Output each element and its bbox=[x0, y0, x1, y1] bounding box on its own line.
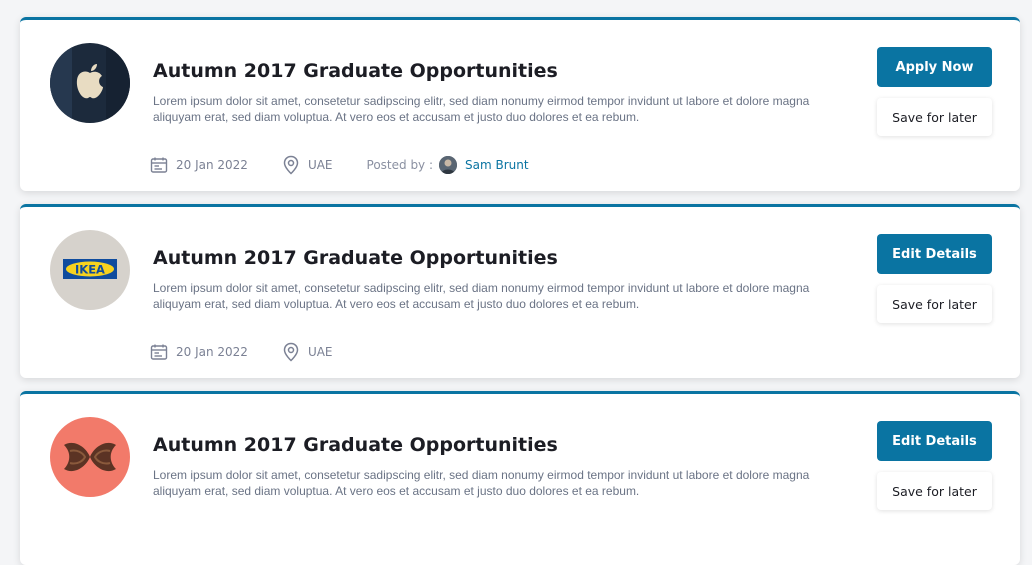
job-date: 20 Jan 2022 bbox=[176, 158, 248, 172]
job-location: UAE bbox=[307, 345, 333, 359]
job-title[interactable]: Autumn 2017 Graduate Opportunities bbox=[153, 434, 558, 456]
job-title[interactable]: Autumn 2017 Graduate Opportunities bbox=[153, 247, 558, 269]
job-description: Lorem ipsum dolor sit amet, consetetur s… bbox=[153, 281, 810, 311]
ikea-logo-icon: IKEA bbox=[50, 230, 130, 310]
edit-details-button[interactable]: Edit Details bbox=[877, 234, 992, 274]
job-title[interactable]: Autumn 2017 Graduate Opportunities bbox=[153, 60, 558, 82]
save-for-later-button[interactable]: Save for later bbox=[877, 285, 992, 323]
job-location: UAE bbox=[307, 158, 333, 172]
location-pin-icon bbox=[283, 155, 299, 175]
save-for-later-button[interactable]: Save for later bbox=[877, 98, 992, 136]
calendar-icon bbox=[150, 344, 168, 360]
location-item: UAE bbox=[282, 155, 333, 175]
ikea-logo-text: IKEA bbox=[75, 263, 105, 277]
company-logo bbox=[50, 417, 130, 497]
job-meta: 20 Jan 2022 UAE Posted by : Sam Brunt bbox=[150, 154, 563, 176]
job-card: IKEA Autumn 2017 Graduate Opportunities … bbox=[20, 204, 1020, 378]
edit-details-button[interactable]: Edit Details bbox=[877, 421, 992, 461]
job-date: 20 Jan 2022 bbox=[176, 345, 248, 359]
apple-logo-icon bbox=[50, 43, 130, 123]
company-logo: IKEA bbox=[50, 230, 130, 310]
posted-by-label: Posted by : bbox=[366, 158, 434, 172]
job-description: Lorem ipsum dolor sit amet, consetetur s… bbox=[153, 468, 810, 498]
poster-name-link[interactable]: Sam Brunt bbox=[465, 158, 529, 172]
job-card: Autumn 2017 Graduate Opportunities Lorem… bbox=[20, 17, 1020, 191]
job-description: Lorem ipsum dolor sit amet, consetetur s… bbox=[153, 94, 810, 124]
job-meta: 20 Jan 2022 UAE bbox=[150, 341, 367, 363]
calendar-icon bbox=[150, 157, 168, 173]
location-item: UAE bbox=[282, 342, 333, 362]
job-card: Autumn 2017 Graduate Opportunities Lorem… bbox=[20, 391, 1020, 565]
apply-now-button[interactable]: Apply Now bbox=[877, 47, 992, 87]
company-logo bbox=[50, 43, 130, 123]
save-for-later-button[interactable]: Save for later bbox=[877, 472, 992, 510]
location-pin-icon bbox=[283, 342, 299, 362]
poster-avatar bbox=[439, 156, 458, 174]
pastry-logo-icon bbox=[50, 417, 130, 497]
date-item: 20 Jan 2022 bbox=[150, 343, 248, 361]
date-item: 20 Jan 2022 bbox=[150, 156, 248, 174]
posted-by: Posted by : Sam Brunt bbox=[367, 156, 529, 174]
